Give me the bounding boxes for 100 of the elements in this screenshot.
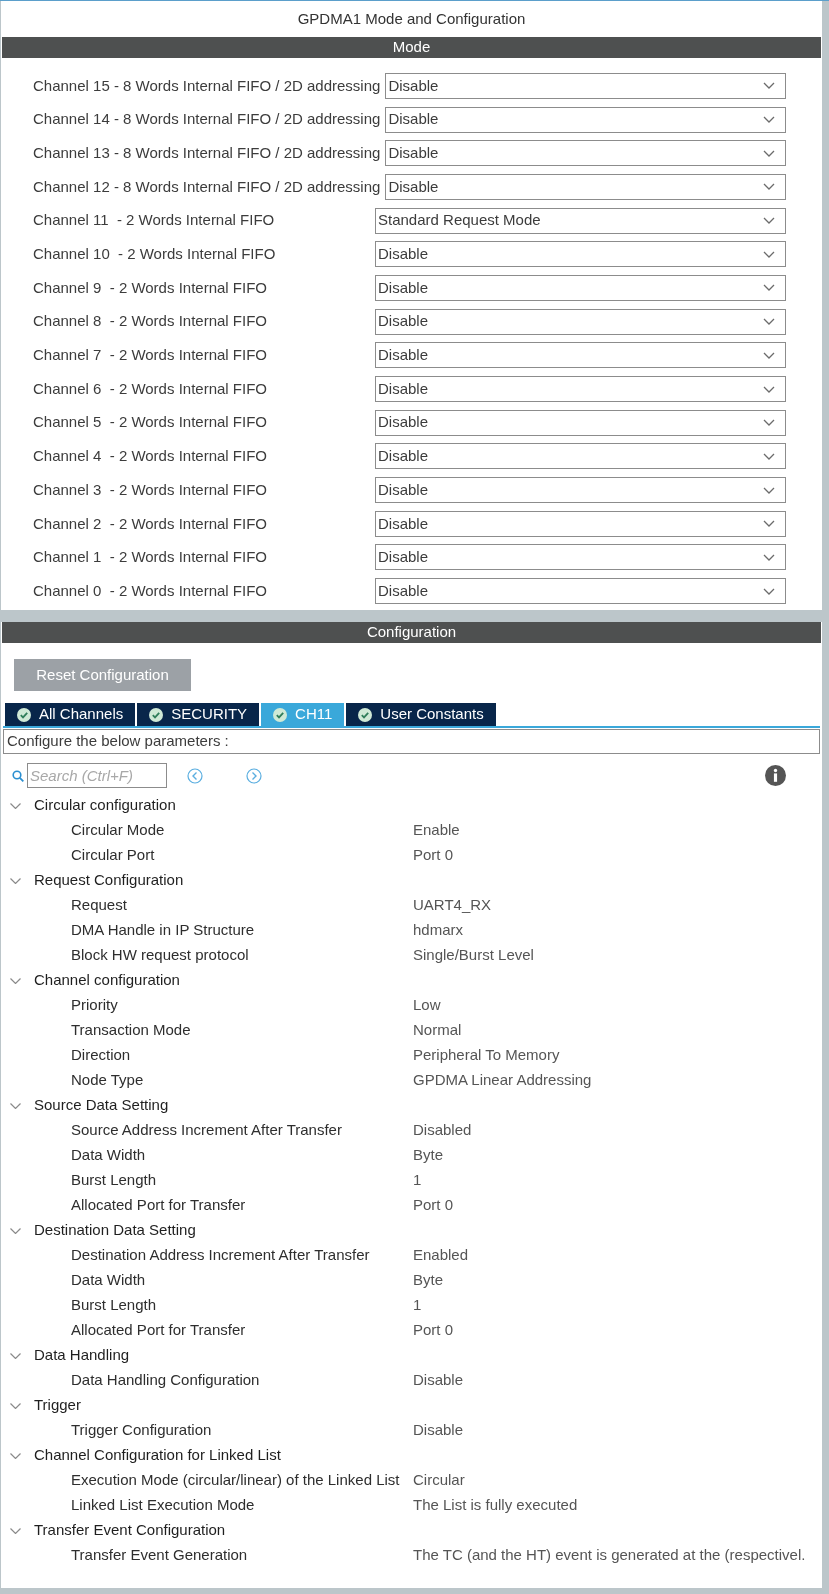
parameter-value[interactable]: Port 0 [413,1319,454,1342]
search-icon [12,769,24,782]
parameter-label: DMA Handle in IP Structure [71,920,256,941]
channel-label: Channel 6 - 2 Words Internal FIFO [33,378,268,399]
channel-mode-select[interactable]: Disable [385,140,786,167]
parameter-value[interactable]: Port 0 [413,844,454,867]
group-label[interactable]: Circular configuration [34,794,176,817]
parameter-label: Data Width [71,1145,147,1166]
channel-mode-select[interactable]: Disable [385,173,786,200]
channel-label: Channel 12 - 8 Words Internal FIFO / 2D addressing [33,176,381,197]
chevron-down-icon [763,116,775,124]
channel-mode-select[interactable]: Disable [375,274,786,301]
parameter-value[interactable]: The TC (and the HT) event is generated at the (respectivel. [413,1544,806,1567]
parameter-label: Priority [71,995,119,1016]
parameter-value[interactable]: Enabled [413,1244,469,1267]
channel-mode-select[interactable]: Disable [375,241,786,268]
parameter-label: Data Width [71,1270,147,1291]
channel-mode-select[interactable]: Disable [385,72,786,99]
parameter-value[interactable]: Byte [413,1144,443,1167]
chevron-down-icon[interactable] [10,1452,21,1459]
group-label[interactable]: Trigger [34,1394,81,1417]
parameter-value[interactable]: Single/Burst Level [413,944,534,967]
channel-mode-select[interactable]: Disable [375,409,786,436]
parameter-value[interactable]: Low [413,994,441,1017]
check-circle-icon [273,707,288,722]
channel-mode-select[interactable]: Disable [375,308,786,335]
chevron-down-icon[interactable] [10,1227,21,1234]
parameter-value[interactable]: Byte [413,1269,443,1292]
channel-mode-select[interactable]: Disable [375,376,786,403]
parameter-label: Burst Length [71,1295,158,1316]
parameter-value[interactable]: Disable [413,1419,464,1442]
channel-label: Channel 0 - 2 Words Internal FIFO [33,580,268,601]
channel-label: Channel 10 - 2 Words Internal FIFO [33,244,277,265]
channel-label: Channel 15 - 8 Words Internal FIFO / 2D addressing [33,75,381,96]
parameter-value[interactable]: Disabled [413,1119,472,1142]
chevron-down-icon[interactable] [10,1352,21,1359]
parameter-label: Data Handling Configuration [71,1370,261,1391]
channel-label: Channel 14 - 8 Words Internal FIFO / 2D addressing [33,109,381,130]
channel-mode-select[interactable]: Standard Request Mode [375,207,786,234]
parameter-label: Transfer Event Generation [71,1545,249,1566]
chevron-down-icon[interactable] [10,802,21,809]
parameter-label: Allocated Port for Transfer [71,1195,247,1216]
chevron-down-icon [763,217,775,225]
group-label[interactable]: Transfer Event Configuration [34,1519,226,1542]
tab[interactable]: User Constants [346,703,496,726]
section-header: Mode [2,37,821,58]
channel-mode-select[interactable]: Disable [375,544,786,571]
chevron-down-icon [763,250,775,258]
chevron-down-icon [763,520,775,528]
parameter-value[interactable]: Disable [413,1369,464,1392]
channel-label: Channel 3 - 2 Words Internal FIFO [33,479,268,500]
parameter-label: Circular Port [71,845,156,866]
check-circle-icon [358,707,373,722]
group-label[interactable]: Channel Configuration for Linked List [34,1444,281,1467]
parameter-value[interactable]: The List is fully executed [413,1494,578,1517]
parameter-label: Node Type [71,1070,145,1091]
parameter-value[interactable]: UART4_RX [413,894,492,917]
chevron-down-icon [763,284,775,292]
parameter-label: Circular Mode [71,820,166,841]
group-label[interactable]: Request Configuration [34,869,184,892]
channel-mode-select[interactable]: Disable [385,106,786,133]
channel-mode-select[interactable]: Disable [375,578,786,605]
chevron-down-icon[interactable] [10,1527,21,1534]
chevron-down-icon [763,82,775,90]
chevron-down-icon [763,183,775,191]
chevron-down-icon [763,419,775,427]
channel-label: Channel 7 - 2 Words Internal FIFO [33,345,268,366]
section-header: Configuration [2,622,821,643]
chevron-down-icon[interactable] [10,877,21,884]
parameter-value[interactable]: Circular [413,1469,465,1492]
channel-mode-select[interactable]: Disable [375,443,786,470]
chevron-down-icon[interactable] [10,977,21,984]
channel-mode-select[interactable]: Disable [375,477,786,504]
parameter-value[interactable]: 1 [413,1169,422,1192]
channel-mode-select[interactable]: Disable [375,342,786,369]
chevron-down-icon[interactable] [10,1102,21,1109]
channel-label: Channel 2 - 2 Words Internal FIFO [33,513,268,534]
search-field[interactable]: Search (Ctrl+F) [27,763,167,788]
parameter-value[interactable]: GPDMA Linear Addressing [413,1069,592,1092]
parameter-value[interactable]: hdmarx [413,919,464,942]
group-label[interactable]: Source Data Setting [34,1094,169,1117]
parameter-label: Burst Length [71,1170,158,1191]
channel-label: Channel 13 - 8 Words Internal FIFO / 2D addressing [33,142,381,163]
parameter-value[interactable]: Enable [413,819,460,842]
chevron-down-icon [763,452,775,460]
panel-title: GPDMA1 Mode and Configuration [297,8,526,29]
parameter-value[interactable]: Normal [413,1019,462,1042]
parameter-label: Trigger Configuration [71,1420,213,1441]
parameter-value[interactable]: Port 0 [413,1194,454,1217]
group-label[interactable]: Channel configuration [34,969,180,992]
tab[interactable]: All Channels [5,703,136,726]
group-label[interactable]: Destination Data Setting [34,1219,196,1242]
parameter-value[interactable]: Peripheral To Memory [413,1044,560,1067]
group-label[interactable]: Data Handling [34,1344,130,1367]
chevron-down-icon [763,553,775,561]
info-icon[interactable] [765,765,786,786]
tab[interactable]: SECURITY [137,703,260,726]
channel-mode-select[interactable]: Disable [375,510,786,537]
parameter-value[interactable]: 1 [413,1294,422,1317]
chevron-down-icon[interactable] [10,1402,21,1409]
